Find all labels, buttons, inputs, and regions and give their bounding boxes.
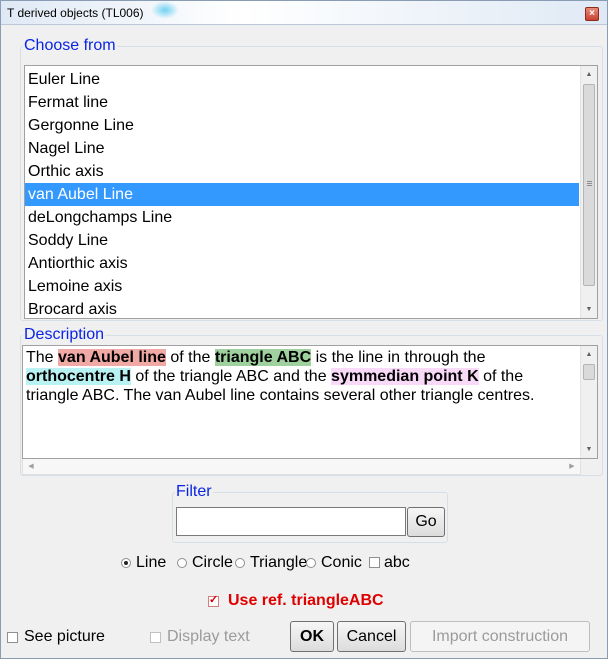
bottom-button-row: See picture Display text OK Cancel Impor…	[1, 621, 608, 653]
description-legend: Description	[24, 326, 105, 343]
description-scroll-thumb[interactable]	[583, 364, 595, 380]
ok-button[interactable]: OK	[290, 621, 334, 652]
scroll-down-arrow-icon[interactable]: ▼	[581, 301, 597, 318]
title-glow-decoration	[151, 1, 179, 19]
description-segment: The	[26, 349, 59, 366]
display-text-check-icon	[150, 632, 161, 643]
type-option-label: abc	[384, 554, 410, 571]
description-highlight: triangle ABC	[214, 349, 312, 366]
description-segment: of the triangle ABC and the	[130, 368, 332, 385]
scroll-up-arrow-icon[interactable]: ▲	[581, 66, 597, 83]
description-segment: of the	[165, 349, 215, 366]
desc-scroll-up-arrow-icon[interactable]: ▲	[581, 346, 597, 363]
list-item[interactable]: Gergonne Line	[25, 114, 579, 137]
objects-list: Euler Line Fermat line Gergonne Line Nagel …	[25, 68, 579, 318]
dialog-window: T derived objects (TL006) × Choose from …	[0, 0, 608, 659]
use-ref-check-icon[interactable]	[208, 593, 219, 607]
description-vertical-scrollbar[interactable]: ▲ ▼	[580, 346, 597, 458]
list-item[interactable]: van Aubel Line	[25, 183, 579, 206]
radio-button-icon[interactable]	[235, 558, 245, 568]
radio-button-icon[interactable]	[177, 558, 187, 568]
description-highlight: symmedian point K	[331, 368, 479, 385]
list-item[interactable]: Nagel Line	[25, 137, 579, 160]
type-option-label: Conic	[321, 554, 362, 571]
cancel-button[interactable]: Cancel	[337, 621, 406, 652]
type-option-label: Circle	[192, 554, 233, 571]
list-item[interactable]: Euler Line	[25, 68, 579, 91]
scroll-right-arrow-icon[interactable]: ▶	[564, 459, 580, 475]
objects-listbox[interactable]: Euler Line Fermat line Gergonne Line Nagel …	[24, 65, 598, 319]
description-textbox[interactable]: The van Aubel line of the triangle ABC i…	[22, 345, 598, 459]
choose-from-legend: Choose from	[24, 37, 116, 54]
radio-button-icon[interactable]	[121, 558, 131, 568]
title-bar[interactable]: T derived objects (TL006) ×	[1, 1, 607, 25]
go-button[interactable]: Go	[407, 507, 445, 537]
display-text-label: Display text	[167, 628, 250, 645]
description-text: The van Aubel line of the triangle ABC i…	[26, 348, 578, 405]
list-item[interactable]: Brocard axis	[25, 298, 579, 318]
description-horizontal-scrollbar[interactable]: ◀ ▶	[22, 459, 581, 475]
radio-button-icon[interactable]	[306, 558, 316, 568]
description-segment: is the line in through the	[311, 349, 486, 366]
scroll-left-arrow-icon[interactable]: ◀	[23, 459, 39, 475]
description-highlight: orthocentre H	[26, 368, 131, 385]
filter-legend: Filter	[176, 483, 212, 500]
list-item[interactable]: Antiorthic axis	[25, 252, 579, 275]
list-item[interactable]: Lemoine axis	[25, 275, 579, 298]
list-item[interactable]: Fermat line	[25, 91, 579, 114]
type-option-label: Line	[136, 554, 167, 571]
desc-scroll-down-arrow-icon[interactable]: ▼	[581, 441, 597, 458]
window-title: T derived objects (TL006)	[7, 6, 144, 20]
import-construction-button: Import construction	[410, 621, 590, 652]
type-option-label: Triangle	[250, 554, 308, 571]
close-button[interactable]: ×	[585, 7, 599, 21]
filter-input[interactable]	[176, 507, 406, 536]
checkbox-icon[interactable]	[369, 557, 380, 568]
description-highlight: van Aubel line	[58, 349, 166, 366]
list-item[interactable]: deLongchamps Line	[25, 206, 579, 229]
see-picture-check-icon[interactable]	[7, 632, 18, 643]
see-picture-label: See picture	[24, 628, 105, 645]
list-item[interactable]: Soddy Line	[25, 229, 579, 252]
list-scroll-thumb[interactable]	[583, 84, 595, 286]
use-ref-label: Use ref. triangleABC	[228, 592, 384, 609]
list-item[interactable]: Orthic axis	[25, 160, 579, 183]
list-vertical-scrollbar[interactable]: ▲ ▼	[580, 66, 597, 318]
